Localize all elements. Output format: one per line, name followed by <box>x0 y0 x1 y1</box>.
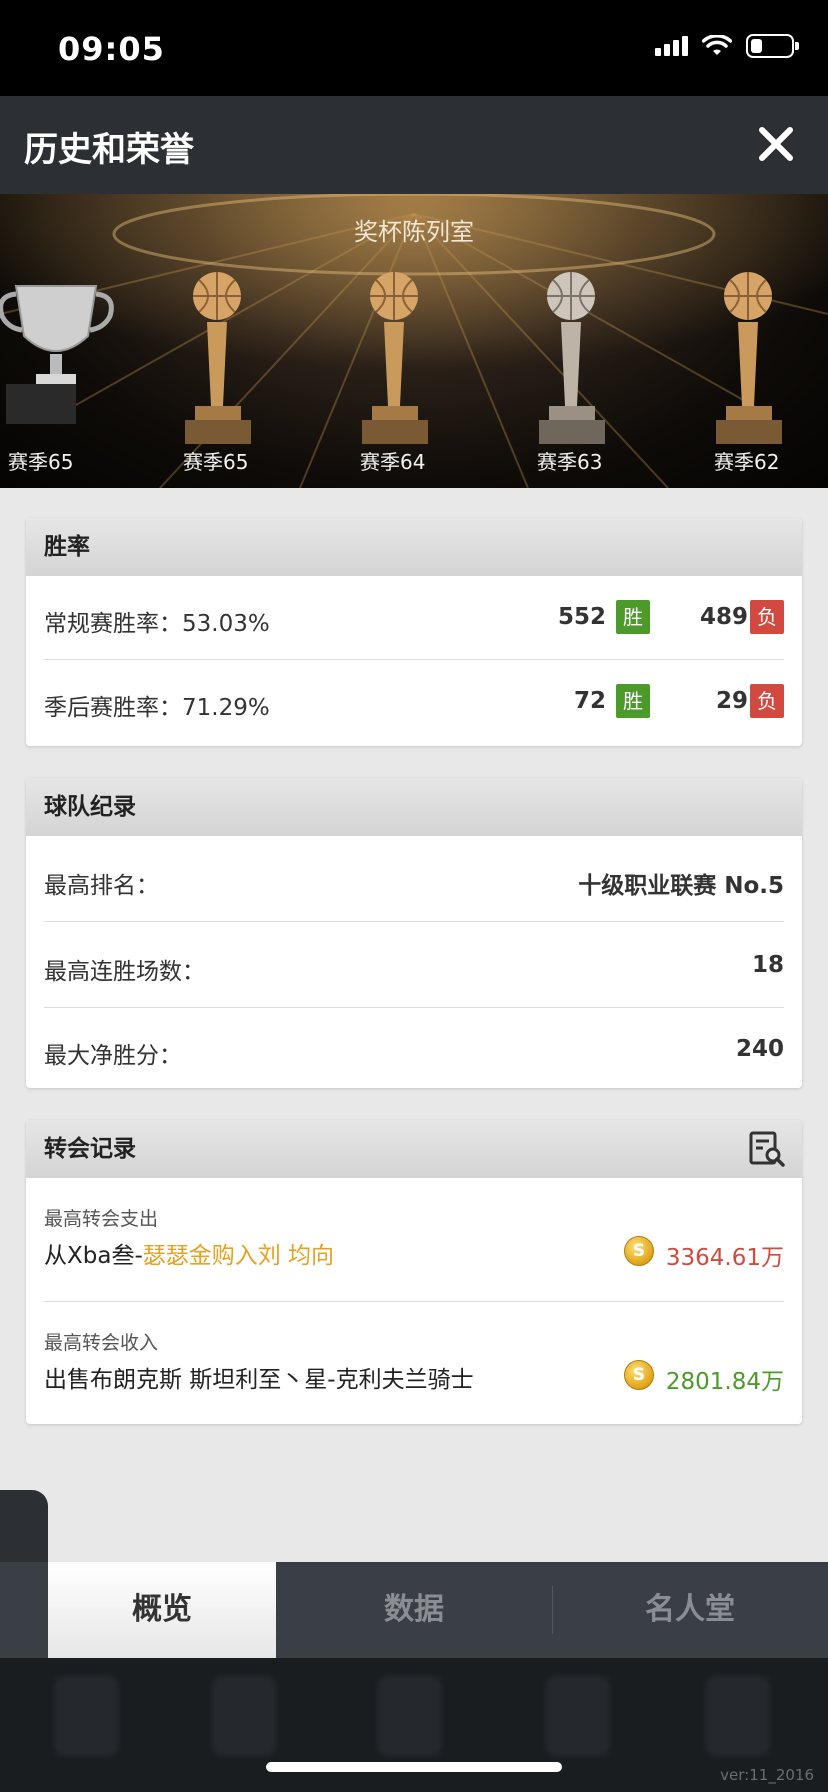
transfer-record-title: 转会记录 <box>44 1136 136 1162</box>
blurred-nav-icon <box>546 1676 610 1756</box>
playoff-wins: 72 <box>573 688 606 714</box>
status-bar: 09:05 <box>0 0 828 96</box>
record-row: 最高排名： 十级职业联赛 No.5 <box>44 836 784 922</box>
income-description: 出售布朗克斯 斯坦利至丶星-克利夫兰骑士 <box>44 1367 474 1393</box>
expense-player-link[interactable]: 瑟瑟金购入刘 均向 <box>143 1243 334 1269</box>
blurred-nav-icon <box>378 1676 442 1756</box>
record-label: 最高排名： <box>44 873 159 899</box>
blurred-nav-icon <box>212 1676 276 1756</box>
search-document-icon[interactable] <box>748 1130 786 1168</box>
win-rate-card: 胜率 常规赛胜率：53.03% 552 胜 489 负 季后赛胜率：71.29%… <box>26 518 802 746</box>
expense-description: 从Xba叁-瑟瑟金购入刘 均向 <box>44 1236 334 1270</box>
close-icon[interactable] <box>754 122 798 166</box>
trophy-label: 赛季65 <box>183 450 249 474</box>
income-amount: 2801.84万 <box>665 1369 784 1395</box>
blurred-nav-icon <box>706 1676 770 1756</box>
regular-season-losses: 489 <box>699 604 748 630</box>
transfer-expense-row: 最高转会支出 从Xba叁-瑟瑟金购入刘 均向 S 3364.61万 <box>44 1178 784 1302</box>
playoff-losses: 29 <box>715 688 748 714</box>
regular-season-wins: 552 <box>557 604 606 630</box>
cellular-signal-icon <box>655 36 688 56</box>
battery-icon <box>746 34 799 58</box>
banner-title: 奖杯陈列室 <box>354 218 474 246</box>
basketball-trophy-icon[interactable] <box>686 266 816 452</box>
playoff-row: 季后赛胜率：71.29% 72 胜 29 负 <box>44 660 784 746</box>
transfer-record-header: 转会记录 <box>26 1120 802 1178</box>
team-record-card: 球队纪录 最高排名： 十级职业联赛 No.5 最高连胜场数： 18 最大净胜分：… <box>26 778 802 1088</box>
expense-source: 从Xba叁- <box>44 1243 143 1269</box>
loss-tag: 负 <box>750 684 784 718</box>
record-label: 最高连胜场数： <box>44 959 205 985</box>
win-tag: 胜 <box>616 600 650 634</box>
basketball-trophy-icon[interactable] <box>332 266 462 452</box>
record-value: 十级职业联赛 No.5 <box>578 873 784 899</box>
bottom-tab-bar: 概览 数据 名人堂 <box>0 1562 828 1658</box>
record-label: 最大净胜分： <box>44 1043 182 1069</box>
regular-season-rate: 常规赛胜率：53.03% <box>44 611 270 637</box>
page-title: 历史和荣誉 <box>24 130 194 170</box>
trophy-room-banner: 奖杯陈列室 赛季65 3 赛季65 2 赛季64 1 赛季63 <box>0 194 828 488</box>
basketball-trophy-icon[interactable] <box>509 266 639 452</box>
tab-hall-of-fame[interactable]: 名人堂 <box>552 1562 828 1658</box>
wifi-icon <box>702 35 732 55</box>
coin-icon: S <box>624 1360 654 1390</box>
win-tag: 胜 <box>616 684 650 718</box>
playoff-rate: 季后赛胜率：71.29% <box>44 695 270 721</box>
team-record-title: 球队纪录 <box>26 778 802 836</box>
trophy-label: 赛季65 <box>8 450 74 474</box>
record-value: 240 <box>735 1036 784 1062</box>
blurred-nav-icon <box>54 1676 118 1756</box>
record-row: 最高连胜场数： 18 <box>44 922 784 1008</box>
regular-season-row: 常规赛胜率：53.03% 552 胜 489 负 <box>44 576 784 660</box>
blurred-bottom-nav: ver:11_2016 <box>0 1658 828 1792</box>
transfer-record-card: 转会记录 最高转会支出 从Xba叁-瑟瑟金购入刘 均向 S 3364.61万 最… <box>26 1120 802 1424</box>
loss-tag: 负 <box>750 600 784 634</box>
trophy-cup-icon[interactable] <box>0 266 126 452</box>
transfer-income-row: 最高转会收入 出售布朗克斯 斯坦利至丶星-克利夫兰骑士 S 2801.84万 <box>44 1302 784 1424</box>
expense-amount: 3364.61万 <box>665 1245 784 1271</box>
tab-overview[interactable]: 概览 <box>48 1562 276 1658</box>
version-text: ver:11_2016 <box>720 1766 814 1784</box>
income-label: 最高转会收入 <box>44 1332 159 1354</box>
win-rate-title: 胜率 <box>26 518 802 576</box>
status-icons <box>655 34 799 58</box>
trophy-label: 赛季64 <box>360 450 426 474</box>
record-row: 最大净胜分： 240 <box>44 1008 784 1088</box>
page-header: 历史和荣誉 <box>0 96 828 194</box>
trophy-label: 赛季62 <box>714 450 780 474</box>
record-value: 18 <box>751 952 784 978</box>
coin-icon: S <box>624 1236 654 1266</box>
basketball-trophy-icon[interactable] <box>155 266 285 452</box>
home-indicator[interactable] <box>266 1762 562 1772</box>
expense-label: 最高转会支出 <box>44 1208 159 1230</box>
status-time: 09:05 <box>58 30 165 68</box>
tab-data[interactable]: 数据 <box>276 1562 552 1658</box>
trophy-label: 赛季63 <box>537 450 603 474</box>
